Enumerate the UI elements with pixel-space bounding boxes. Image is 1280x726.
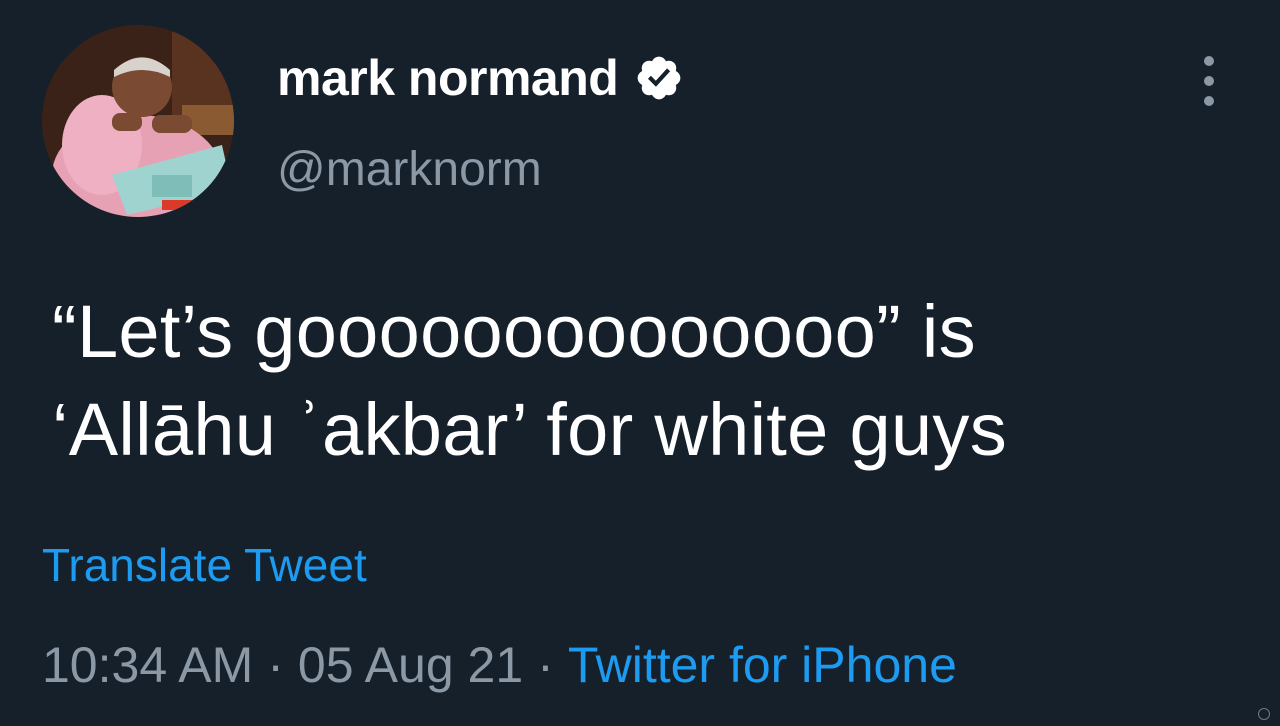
author-handle[interactable]: @marknorm: [277, 142, 542, 198]
tweet-date[interactable]: 05 Aug 21: [298, 637, 523, 693]
verified-badge-icon: [634, 53, 684, 103]
tweet-text-line: ‘Allāhu ʾakbar’ for white guys: [52, 388, 1007, 471]
translate-tweet-link[interactable]: Translate Tweet: [42, 538, 367, 592]
display-name[interactable]: mark normand: [277, 50, 619, 106]
meta-separator: ·: [267, 637, 284, 693]
tweet-text-line: “Let’s goooooooooooooo” is: [52, 290, 976, 373]
more-dot: [1204, 76, 1214, 86]
tweet-source-link[interactable]: Twitter for iPhone: [568, 637, 957, 693]
tweet-metadata: 10:34 AM · 05 Aug 21 · Twitter for iPhone: [42, 635, 957, 695]
more-dot: [1204, 56, 1214, 66]
avatar-photo: [42, 25, 234, 217]
more-options-icon[interactable]: [1196, 56, 1222, 106]
tweet-text: “Let’s goooooooooooooo” is ‘Allāhu ʾakba…: [52, 283, 1232, 479]
meta-separator: ·: [537, 637, 554, 693]
tweet-card: mark normand @marknorm “Let’s gooooooooo…: [0, 0, 1280, 726]
author-name-row[interactable]: mark normand: [277, 50, 684, 106]
watermark-icon: [1258, 708, 1270, 720]
tweet-time[interactable]: 10:34 AM: [42, 637, 253, 693]
more-dot: [1204, 96, 1214, 106]
avatar[interactable]: [42, 25, 234, 217]
